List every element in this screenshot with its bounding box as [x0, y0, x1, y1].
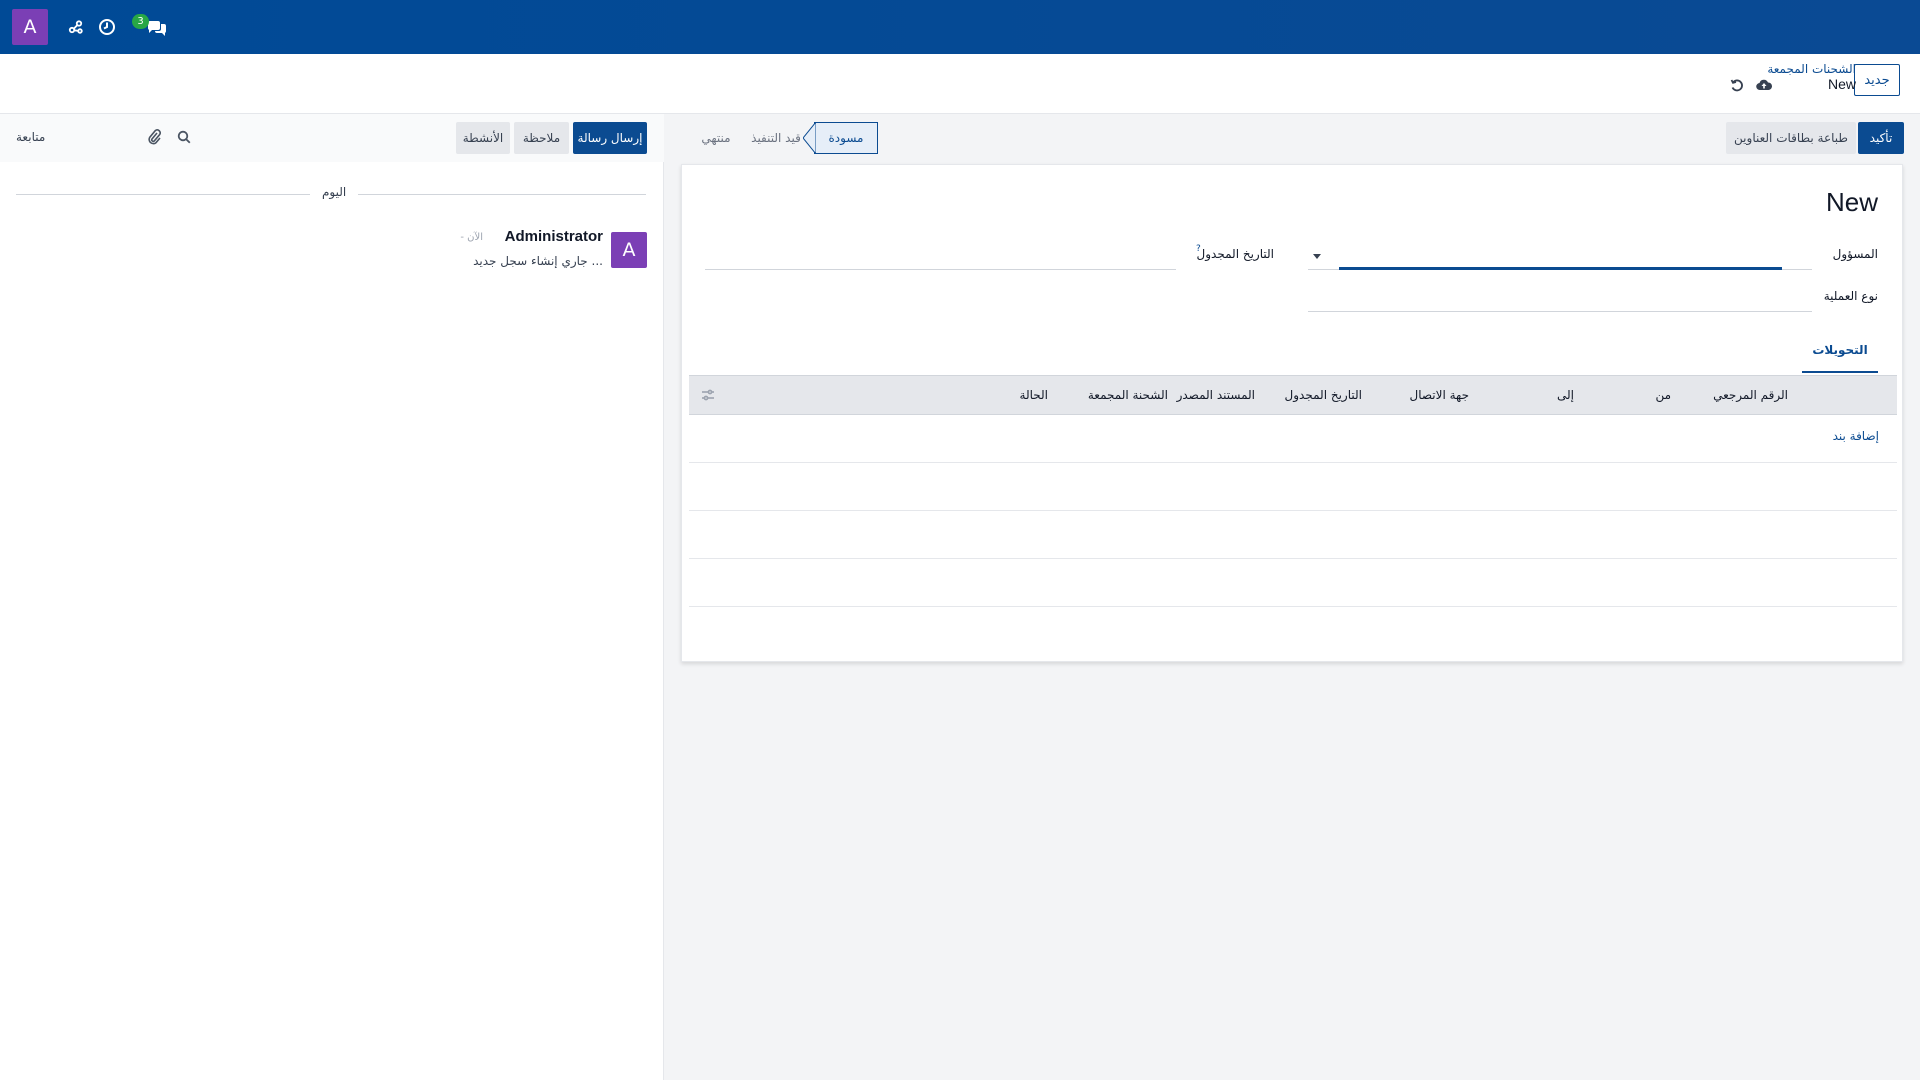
column-contact[interactable]: جهة الاتصال	[1410, 388, 1470, 402]
new-button[interactable]: جديد	[1854, 64, 1900, 96]
stage-arrow-icon	[803, 122, 816, 154]
column-reference[interactable]: الرقم المرجعي	[1713, 388, 1788, 402]
scheduled-date-label: التاريخ المجدول	[1196, 247, 1274, 261]
paperclip-icon[interactable]	[145, 128, 163, 146]
operation-type-field[interactable]	[1308, 311, 1812, 312]
optional-columns-icon[interactable]	[699, 386, 717, 404]
chevron-down-icon[interactable]	[1313, 254, 1321, 259]
confirm-button[interactable]: تأكيد	[1858, 122, 1904, 154]
tab-transfers[interactable]: التحويلات	[1802, 343, 1878, 373]
log-note-button[interactable]: ملاحظة	[514, 122, 569, 154]
activity-graph-icon[interactable]	[64, 15, 88, 39]
table-row: إضافة بند	[689, 415, 1897, 463]
search-icon[interactable]	[175, 128, 193, 146]
follow-button[interactable]: متابعة	[16, 130, 45, 144]
column-scheduled-date[interactable]: التاريخ المجدول	[1285, 388, 1362, 402]
column-source-document[interactable]: المستند المصدر	[1177, 388, 1255, 402]
clock-icon[interactable]	[95, 15, 119, 39]
column-from[interactable]: من	[1655, 388, 1671, 402]
add-line-link[interactable]: إضافة بند	[1833, 429, 1879, 443]
send-message-button[interactable]: إرسال رسالة	[573, 122, 647, 154]
chatter-panel: إرسال رسالة ملاحظة الأنشطة متابعة اليوم …	[0, 114, 664, 1080]
table-row	[689, 511, 1897, 559]
responsible-label: المسؤول	[1832, 247, 1878, 261]
table-row	[689, 559, 1897, 607]
stage-in-progress[interactable]: قيد التنفيذ	[748, 122, 804, 154]
message-author-avatar[interactable]: A	[611, 232, 647, 268]
day-separator-label: اليوم	[310, 185, 359, 199]
help-tooltip-icon[interactable]: ?	[1196, 244, 1201, 254]
stage-done[interactable]: منتهي	[688, 122, 744, 154]
responsible-field-focus	[1339, 267, 1782, 270]
control-panel: جديد الشحنات المجمعة New	[0, 54, 1920, 114]
form-statusbar: تأكيد طباعة بطاقات العناوين مسودة قيد ال…	[664, 114, 1920, 162]
column-to[interactable]: إلى	[1557, 388, 1574, 402]
message-author-name[interactable]: Administrator	[505, 228, 603, 245]
activities-button[interactable]: الأنشطة	[456, 122, 510, 154]
discard-icon[interactable]	[1728, 76, 1746, 94]
transfers-table-header: الرقم المرجعي من إلى جهة الاتصال التاريخ…	[689, 375, 1897, 415]
message-timestamp: - الآن	[460, 232, 483, 243]
print-labels-button[interactable]: طباعة بطاقات العناوين	[1726, 122, 1856, 154]
scheduled-date-field[interactable]	[705, 269, 1176, 270]
breadcrumb-parent-link[interactable]: الشحنات المجمعة	[1767, 62, 1856, 76]
cloud-save-icon[interactable]	[1755, 76, 1773, 94]
top-navbar: A 3	[0, 0, 1920, 54]
message-body: جاري إنشاء سجل جديد ...	[473, 254, 603, 268]
breadcrumb: الشحنات المجمعة New	[1767, 62, 1856, 92]
operation-type-label: نوع العملية	[1823, 289, 1878, 303]
user-avatar[interactable]: A	[12, 9, 48, 45]
record-title: New	[1825, 187, 1878, 217]
chat-count-badge: 3	[132, 14, 149, 29]
breadcrumb-current: New	[1827, 76, 1856, 92]
stage-draft[interactable]: مسودة	[814, 122, 878, 154]
table-row	[689, 463, 1897, 511]
column-batch-transfer[interactable]: الشحنة المجمعة	[1088, 388, 1168, 402]
form-sheet: New المسؤول نوع العملية التاريخ المجدول …	[681, 164, 1903, 662]
column-status[interactable]: الحالة	[1020, 388, 1048, 402]
chatter-toolbar: إرسال رسالة ملاحظة الأنشطة متابعة	[0, 114, 664, 162]
